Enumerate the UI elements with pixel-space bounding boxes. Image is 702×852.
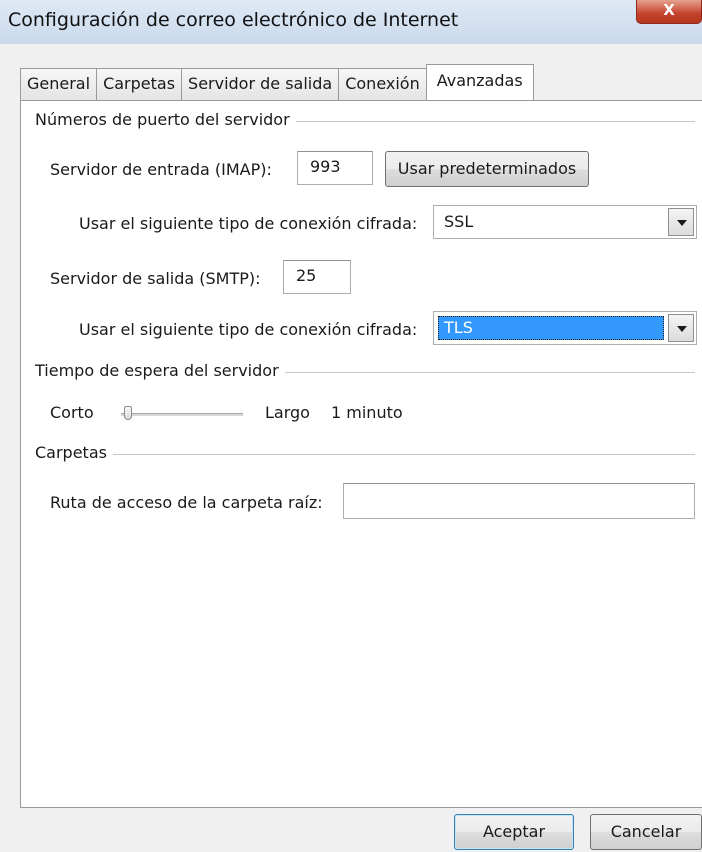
group-title-folders: Carpetas <box>35 443 113 462</box>
ok-button[interactable]: Aceptar <box>454 814 574 850</box>
incoming-encryption-value: SSL <box>444 212 474 231</box>
outgoing-encryption-label: Usar el siguiente tipo de conexión cifra… <box>79 320 418 339</box>
window-title: Configuración de correo electrónico de I… <box>8 9 459 31</box>
incoming-encryption-label: Usar el siguiente tipo de conexión cifra… <box>79 214 418 233</box>
group-divider-folders <box>35 454 695 455</box>
use-defaults-button[interactable]: Usar predeterminados <box>385 151 589 187</box>
incoming-port-label: Servidor de entrada (IMAP): <box>50 160 272 179</box>
root-folder-path-field[interactable] <box>343 483 695 519</box>
timeout-min-label: Corto <box>50 403 94 422</box>
tab-general[interactable]: General <box>20 68 97 100</box>
chevron-down-icon[interactable] <box>668 208 694 236</box>
tab-conexion[interactable]: Conexión <box>338 68 426 100</box>
outgoing-encryption-select[interactable]: TLS <box>433 311 697 345</box>
timeout-max-label: Largo <box>265 403 310 422</box>
incoming-encryption-select[interactable]: SSL <box>433 205 697 239</box>
outgoing-port-label: Servidor de salida (SMTP): <box>50 269 261 288</box>
chevron-down-icon[interactable] <box>668 314 694 342</box>
group-title-ports: Números de puerto del servidor <box>35 110 296 129</box>
tab-panel-avanzadas: Números de puerto del servidor Servidor … <box>20 100 702 808</box>
root-folder-path-label: Ruta de acceso de la carpeta raíz: <box>50 493 323 512</box>
timeout-value: 1 minuto <box>331 403 403 422</box>
dialog-body: General Carpetas Servidor de salida Cone… <box>0 44 702 852</box>
group-title-timeout: Tiempo de espera del servidor <box>35 361 285 380</box>
cancel-button[interactable]: Cancelar <box>590 814 702 850</box>
timeout-slider-track[interactable] <box>121 413 243 416</box>
close-icon: X <box>663 1 675 19</box>
outgoing-encryption-value: TLS <box>438 316 664 340</box>
tab-carpetas[interactable]: Carpetas <box>96 68 182 100</box>
title-bar: Configuración de correo electrónico de I… <box>0 0 702 44</box>
tab-strip: General Carpetas Servidor de salida Cone… <box>20 64 534 100</box>
incoming-port-field[interactable]: 993 <box>297 151 373 185</box>
timeout-slider-thumb[interactable] <box>124 406 133 420</box>
close-button[interactable]: X <box>636 0 702 24</box>
tab-avanzadas[interactable]: Avanzadas <box>425 64 534 100</box>
outgoing-port-field[interactable]: 25 <box>283 260 351 294</box>
tab-servidor-de-salida[interactable]: Servidor de salida <box>181 68 339 100</box>
